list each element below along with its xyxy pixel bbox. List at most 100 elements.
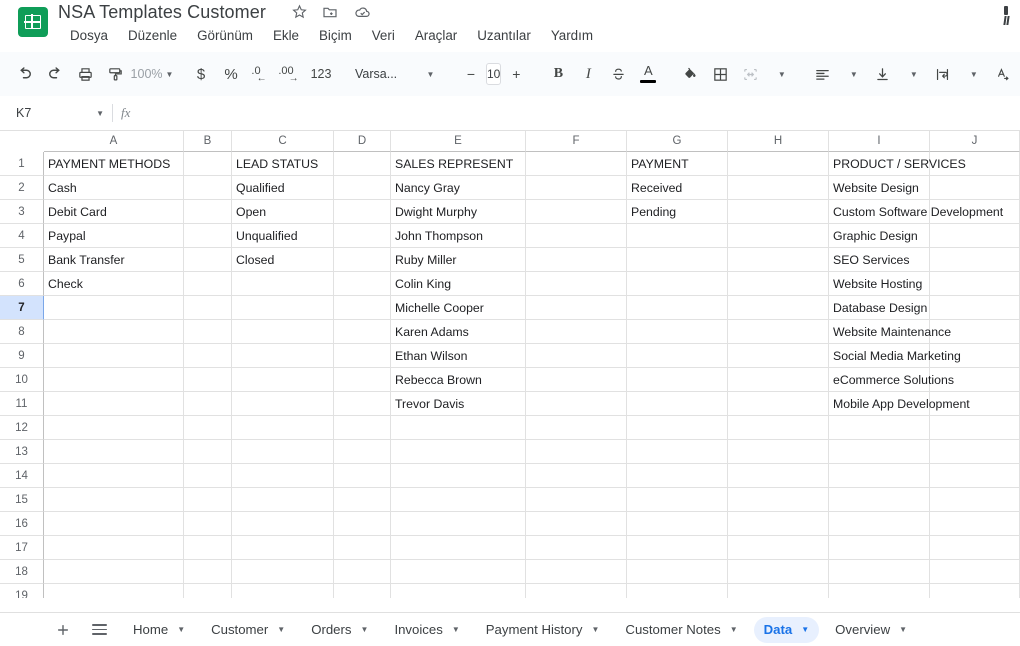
cell-J7[interactable]: [930, 296, 1020, 320]
cell-E19[interactable]: [391, 584, 526, 598]
row-header-3[interactable]: 3: [0, 200, 44, 224]
cell-A15[interactable]: [44, 488, 184, 512]
cell-D3[interactable]: [334, 200, 391, 224]
increase-decimal-button[interactable]: .00 →: [276, 59, 306, 89]
cell-I11[interactable]: Mobile App Development: [829, 392, 970, 416]
cell-A12[interactable]: [44, 416, 184, 440]
cell-I4[interactable]: Graphic Design: [829, 224, 930, 248]
decrease-decimal-button[interactable]: .0 ←: [246, 59, 276, 89]
cell-F7[interactable]: [526, 296, 627, 320]
chevron-down-icon[interactable]: ▼: [361, 625, 369, 634]
cell-B19[interactable]: [184, 584, 232, 598]
row-header-11[interactable]: 11: [0, 392, 44, 416]
chevron-down-icon[interactable]: ▼: [592, 625, 600, 634]
cell-A14[interactable]: [44, 464, 184, 488]
cell-J1[interactable]: [930, 152, 1020, 176]
cell-A6[interactable]: Check: [44, 272, 184, 296]
cell-D14[interactable]: [334, 464, 391, 488]
cell-D8[interactable]: [334, 320, 391, 344]
cell-C3[interactable]: Open: [232, 200, 334, 224]
cell-A18[interactable]: [44, 560, 184, 584]
cell-G12[interactable]: [627, 416, 728, 440]
cell-G19[interactable]: [627, 584, 728, 598]
undo-button[interactable]: [10, 59, 40, 89]
column-header-f[interactable]: F: [526, 131, 627, 152]
cell-D19[interactable]: [334, 584, 391, 598]
row-header-13[interactable]: 13: [0, 440, 44, 464]
star-icon[interactable]: [289, 4, 309, 24]
cell-J14[interactable]: [930, 464, 1020, 488]
column-header-b[interactable]: B: [184, 131, 232, 152]
cell-G16[interactable]: [627, 512, 728, 536]
cell-H12[interactable]: [728, 416, 829, 440]
cell-J19[interactable]: [930, 584, 1020, 598]
currency-format-button[interactable]: $: [186, 59, 216, 89]
cell-B13[interactable]: [184, 440, 232, 464]
cell-F18[interactable]: [526, 560, 627, 584]
cell-D6[interactable]: [334, 272, 391, 296]
cell-I8[interactable]: Website Maintenance: [829, 320, 951, 344]
menu-item-view[interactable]: Görünüm: [187, 25, 263, 46]
cell-H10[interactable]: [728, 368, 829, 392]
cell-J13[interactable]: [930, 440, 1020, 464]
cell-F12[interactable]: [526, 416, 627, 440]
more-formats-button[interactable]: 123: [306, 59, 336, 89]
cell-B5[interactable]: [184, 248, 232, 272]
cell-B4[interactable]: [184, 224, 232, 248]
cell-B17[interactable]: [184, 536, 232, 560]
cell-E5[interactable]: Ruby Miller: [391, 248, 526, 272]
cell-F14[interactable]: [526, 464, 627, 488]
sheet-tab-data[interactable]: Data ▼: [753, 616, 820, 643]
cell-F11[interactable]: [526, 392, 627, 416]
cell-J17[interactable]: [930, 536, 1020, 560]
cell-F19[interactable]: [526, 584, 627, 598]
column-header-d[interactable]: D: [334, 131, 391, 152]
redo-button[interactable]: [40, 59, 70, 89]
cell-B15[interactable]: [184, 488, 232, 512]
cell-J2[interactable]: [930, 176, 1020, 200]
row-header-4[interactable]: 4: [0, 224, 44, 248]
cell-G10[interactable]: [627, 368, 728, 392]
cell-D13[interactable]: [334, 440, 391, 464]
bold-button[interactable]: B: [543, 59, 573, 89]
cell-G6[interactable]: [627, 272, 728, 296]
column-header-h[interactable]: H: [728, 131, 829, 152]
cell-B8[interactable]: [184, 320, 232, 344]
cell-G8[interactable]: [627, 320, 728, 344]
sheet-tab-customer[interactable]: Customer ▼: [201, 617, 295, 643]
cell-E7[interactable]: Michelle Cooper: [391, 296, 526, 320]
cell-E9[interactable]: Ethan Wilson: [391, 344, 526, 368]
cell-A8[interactable]: [44, 320, 184, 344]
cell-H3[interactable]: [728, 200, 829, 224]
cell-I17[interactable]: [829, 536, 930, 560]
cell-C2[interactable]: Qualified: [232, 176, 334, 200]
cell-F6[interactable]: [526, 272, 627, 296]
cell-C12[interactable]: [232, 416, 334, 440]
cloud-saved-icon[interactable]: [352, 4, 372, 24]
cell-B10[interactable]: [184, 368, 232, 392]
cell-J15[interactable]: [930, 488, 1020, 512]
menu-item-file[interactable]: Dosya: [60, 25, 118, 46]
cell-B11[interactable]: [184, 392, 232, 416]
cell-A13[interactable]: [44, 440, 184, 464]
cell-B16[interactable]: [184, 512, 232, 536]
row-header-9[interactable]: 9: [0, 344, 44, 368]
decrease-font-size-button[interactable]: −: [456, 59, 486, 89]
row-header-14[interactable]: 14: [0, 464, 44, 488]
cell-C11[interactable]: [232, 392, 334, 416]
cell-J8[interactable]: [930, 320, 1020, 344]
move-to-folder-icon[interactable]: [320, 4, 340, 24]
text-rotation-icon[interactable]: [987, 59, 1017, 89]
cell-D15[interactable]: [334, 488, 391, 512]
row-header-10[interactable]: 10: [0, 368, 44, 392]
cell-F9[interactable]: [526, 344, 627, 368]
cell-G15[interactable]: [627, 488, 728, 512]
cell-E1[interactable]: SALES REPRESENT: [391, 152, 526, 176]
sheet-tab-invoices[interactable]: Invoices ▼: [384, 617, 469, 643]
cell-I12[interactable]: [829, 416, 930, 440]
cell-B2[interactable]: [184, 176, 232, 200]
cell-C10[interactable]: [232, 368, 334, 392]
cell-I3[interactable]: Custom Software Development: [829, 200, 1003, 224]
strikethrough-button[interactable]: [603, 59, 633, 89]
chevron-down-icon[interactable]: ▼: [801, 625, 809, 634]
